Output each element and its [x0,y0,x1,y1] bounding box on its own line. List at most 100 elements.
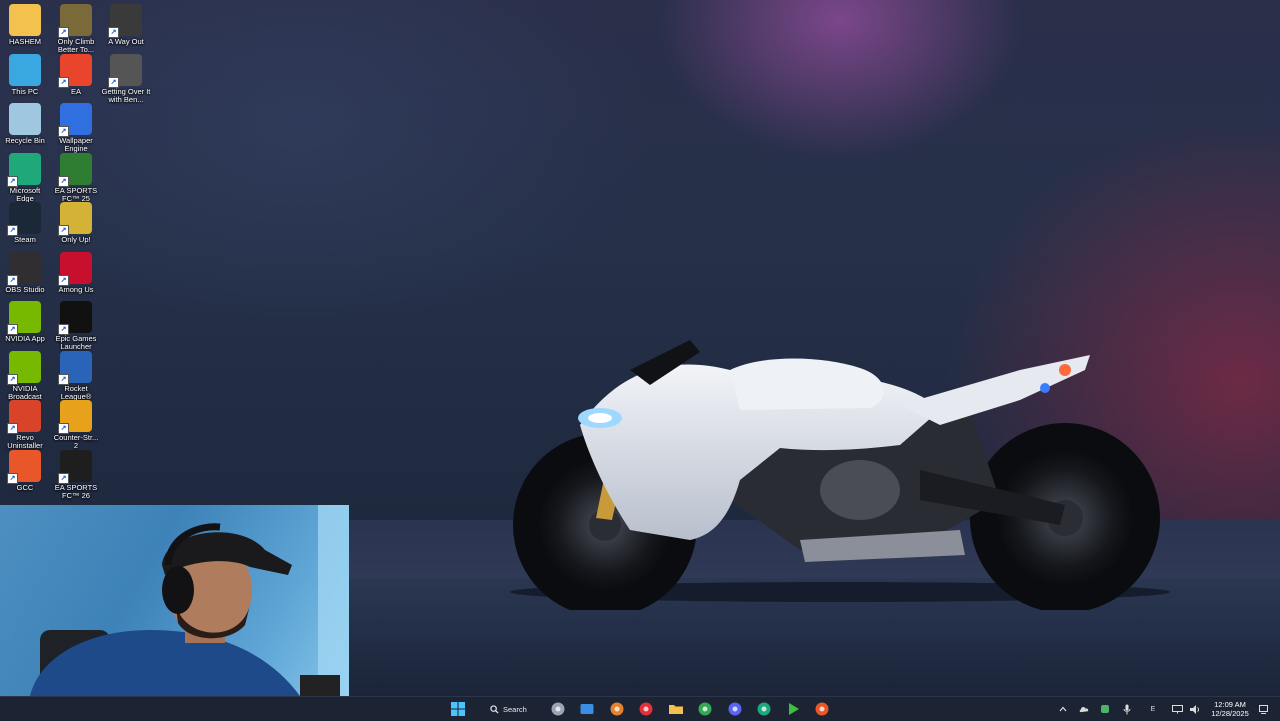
desktop-icon-label: Microsoft Edge [9,185,41,203]
shortcut-arrow-icon: ↗ [58,126,69,137]
desktop-icon-rocket-league[interactable]: ↗ Rocket League® [51,350,101,401]
desktop-icon-label: This PC [11,86,39,96]
windows-logo-icon [451,702,465,716]
game-cover-icon: ↗ [58,4,92,38]
desktop-icon-cs2[interactable]: ↗ Counter-Str... 2 [51,400,101,450]
tray-cloud-button[interactable] [1077,702,1091,716]
desktop-icon-nvidia-broadcast[interactable]: ↗ NVIDIA Broadcast [0,350,50,401]
tray-network-button[interactable] [1170,702,1184,716]
edge-icon [757,702,771,716]
cloud-icon [610,702,624,716]
desktop-icon-label: Steam [14,235,36,244]
shortcut-arrow-icon: ↗ [7,274,18,286]
desktop-icon-label: Recycle Bin [5,136,45,145]
desktop-icon-fc25[interactable]: ↗ EA SPORTS FC™ 25 [51,152,101,203]
shortcut-arrow-icon: ↗ [58,225,69,236]
xbox-bar-icon [1101,705,1109,713]
tray-overflow-button[interactable] [1056,702,1070,716]
shortcut-arrow-icon: ↗ [7,324,18,335]
desktop-icon-epic-games[interactable]: ↗ Epic Games Launcher [51,301,101,351]
desktop-icon-label: EA SPORTS FC™ 26 [54,482,98,500]
desktop-icon-only-up[interactable]: ↗ Only Up! [51,202,101,244]
taskbar-search-button[interactable]: Search [482,700,550,718]
microphone-icon [1123,704,1131,714]
shortcut-arrow-icon: ↗ [108,76,119,88]
notification-icon [1258,704,1268,714]
desktop-icon-label: Counter-Str... 2 [53,433,99,450]
taskbar-edge[interactable] [755,700,773,718]
only-up-icon: ↗ [58,202,92,236]
taskbar-cloud-app[interactable] [608,700,626,718]
clock-button[interactable]: 12:09 AM 12/28/2025 [1206,700,1254,718]
taskbar-red-app[interactable] [637,700,655,718]
notification-button[interactable] [1256,702,1270,716]
search-icon [490,704,499,714]
chrome-icon [698,702,712,716]
recycle-bin-icon [9,103,41,135]
shortcut-arrow-icon: ↗ [7,225,18,236]
taskbar-gcc-app[interactable] [813,700,831,718]
desktop-icon-fc26[interactable]: ↗ EA SPORTS FC™ 26 [51,449,101,500]
webcam-overlay [0,505,349,696]
gear-icon [551,702,565,716]
desktop-icon-game-cover[interactable]: ↗ Only Climb Better To... [51,4,101,54]
desktop-icon-edge[interactable]: ↗ Microsoft Edge [0,152,50,203]
desktop-icon-label: HASHEM [8,37,42,46]
epic-games-icon: ↗ [58,301,92,335]
language-indicator[interactable]: E [1146,702,1160,716]
desktop-icon-label: NVIDIA App [5,334,45,343]
shortcut-arrow-icon: ↗ [58,472,69,484]
desktop-icon-label: NVIDIA Broadcast [8,383,42,401]
desktop-icon-label: EA [70,86,81,96]
desktop-icon-among-us[interactable]: ↗ Among Us [51,251,101,294]
desktop-icon-monitor[interactable]: This PC [0,53,50,96]
tray-app-button[interactable] [1098,702,1112,716]
taskbar-discord[interactable] [726,700,744,718]
desktop-icon-revo-uninstaller[interactable]: ↗ Revo Uninstaller [0,400,50,450]
gcc-icon: ↗ [7,449,41,484]
motorcycle-image [510,340,1170,610]
onedrive-icon [1079,706,1088,712]
desktop-icon-steam[interactable]: ↗ Steam [0,202,50,244]
taskbar-photos-app[interactable] [578,700,596,718]
desktop-icon-label: A Way Out [108,37,144,46]
clock-date: 12/28/2025 [1211,709,1249,718]
discord-icon [728,702,742,716]
desktop-icon-nvidia[interactable]: ↗ NVIDIA App [0,301,50,343]
webcam-person-image [30,505,349,696]
shortcut-arrow-icon: ↗ [7,175,18,187]
desktop-icon-gcc[interactable]: ↗ GCC [0,449,50,492]
photos-icon [580,704,594,714]
taskbar-start-button[interactable] [449,700,467,718]
desktop-icon-ea-logo[interactable]: ↗ EA [51,53,101,96]
desktop-icon-label: OBS Studio [5,284,45,294]
taskbar: Search E 12:09 AM 12/28/2025 [0,696,1280,721]
shortcut-arrow-icon: ↗ [58,175,69,187]
taskbar-green-play-app[interactable] [784,700,802,718]
speaker-icon [1189,704,1199,714]
shortcut-arrow-icon: ↗ [58,274,69,286]
steam-icon: ↗ [7,202,41,236]
taskbar-settings-app[interactable] [549,700,567,718]
desktop-icon-obs[interactable]: ↗ OBS Studio [0,251,50,294]
desktop-icon-game-cover[interactable]: ↗ A Way Out [101,4,151,46]
desktop-icon-label: Among Us [58,284,94,294]
tray-volume-button[interactable] [1188,702,1202,716]
desktop-icon-recycle-bin[interactable]: Recycle Bin [0,103,50,145]
monitor-network-icon [1171,704,1183,713]
nvidia-broadcast-icon: ↗ [7,350,41,385]
shortcut-arrow-icon: ↗ [58,27,69,38]
taskbar-file-explorer[interactable] [667,700,685,718]
desktop-icon-hammer[interactable]: ↗ Getting Over It with Ben... [101,53,151,104]
play-icon [789,703,799,715]
hammer-icon: ↗ [108,53,142,88]
cs2-icon: ↗ [58,400,92,434]
edge-icon: ↗ [7,152,41,187]
taskbar-chrome[interactable] [696,700,714,718]
tray-mic-button[interactable] [1120,702,1134,716]
desktop-icon-folder[interactable]: HASHEM [0,4,50,46]
wallpaper-engine-icon: ↗ [58,103,92,137]
desktop-icon-wallpaper-engine[interactable]: ↗ Wallpaper Engine [51,103,101,153]
gcc-icon [815,702,829,716]
shortcut-arrow-icon: ↗ [58,423,69,434]
